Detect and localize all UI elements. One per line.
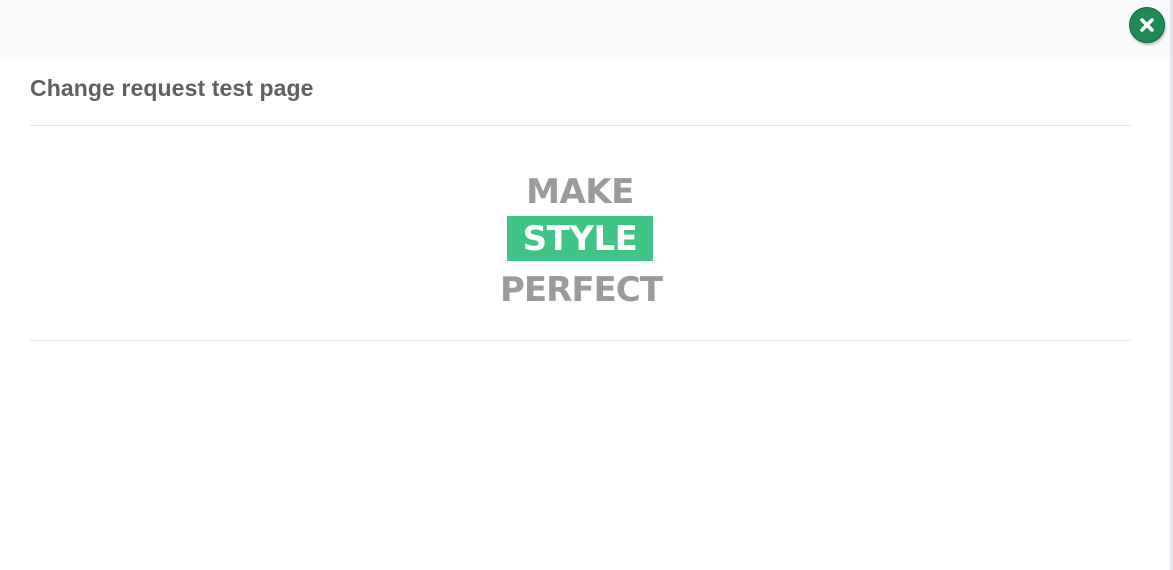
logo-word-style: STYLE	[522, 219, 638, 259]
close-button[interactable]	[1129, 7, 1165, 43]
logo-highlight-box: STYLE	[507, 216, 653, 261]
divider-bottom	[30, 340, 1131, 341]
divider-top	[30, 125, 1131, 126]
page-title: Change request test page	[30, 75, 314, 101]
top-bar	[0, 0, 1173, 57]
logo-word-make: MAKE	[526, 172, 634, 212]
logo-word-perfect: PERFECT	[500, 270, 663, 310]
close-icon	[1139, 17, 1155, 33]
